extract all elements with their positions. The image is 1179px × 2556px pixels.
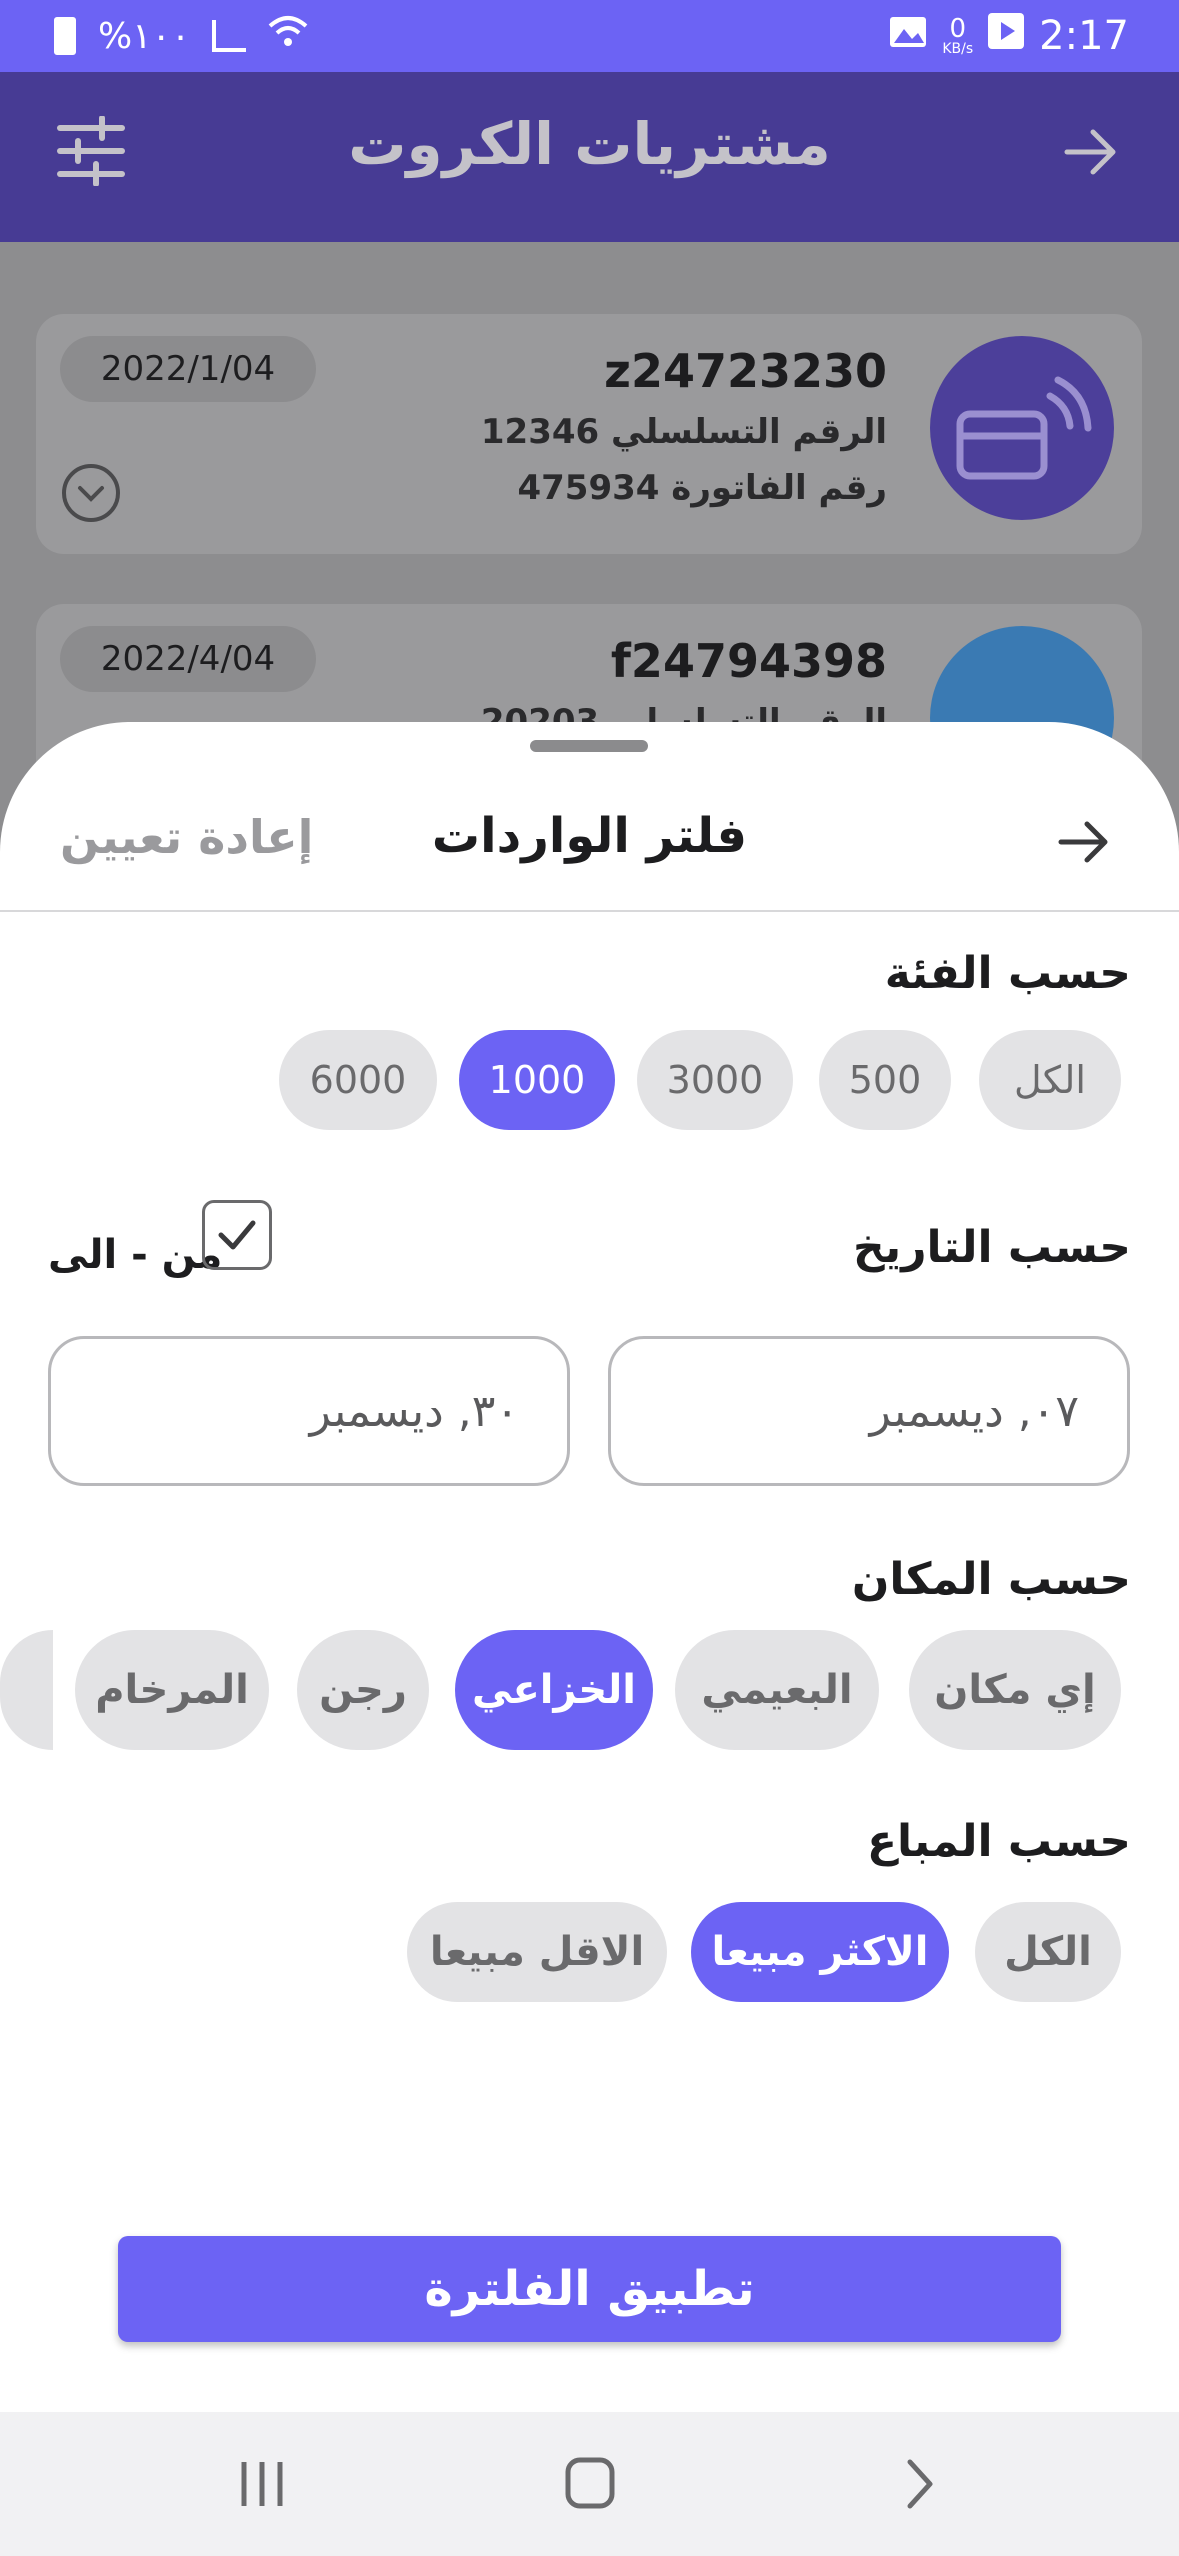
filter-sliders-icon[interactable]	[56, 115, 126, 187]
card-date: 2022/1/04	[60, 336, 316, 402]
signal-icon	[212, 20, 247, 52]
date-range-label: من - الى	[48, 1232, 223, 1278]
status-left-group: %١٠٠	[0, 0, 308, 72]
place-label: حسب المكان	[851, 1554, 1131, 1605]
speed-indicator: 0 KB/s	[942, 14, 974, 57]
sheet-header: فلتر الواردات إعادة تعيين	[0, 722, 1179, 912]
category-label: حسب الفئة	[884, 948, 1131, 999]
wifi-icon	[268, 14, 308, 59]
category-chip-6000[interactable]: 6000	[279, 1030, 437, 1130]
system-nav-bar	[0, 2412, 1179, 2556]
category-chip-all[interactable]: الكل	[979, 1030, 1121, 1130]
reset-button[interactable]: إعادة تعيين	[60, 810, 313, 864]
category-chip-1000[interactable]: 1000	[459, 1030, 615, 1130]
battery-icon	[54, 17, 76, 55]
close-arrow-icon[interactable]	[1055, 812, 1115, 872]
media-icon	[987, 12, 1025, 60]
date-from-field[interactable]: ٠٧, ديسمبر	[608, 1336, 1130, 1486]
status-bar: %١٠٠ 0 KB/s 2:17	[0, 0, 1179, 72]
category-chip-3000[interactable]: 3000	[637, 1030, 793, 1130]
card-serial: الرقم التسلسلي 12346	[480, 412, 887, 452]
sales-chip-least[interactable]: الاقل مبيعا	[407, 1902, 667, 2002]
apply-filter-button[interactable]: تطبيق الفلترة	[118, 2236, 1061, 2342]
category-chip-500[interactable]: 500	[819, 1030, 951, 1130]
date-range-checkbox[interactable]	[202, 1200, 272, 1270]
recent-apps-icon[interactable]	[232, 2456, 292, 2512]
place-chip-alkhuzai[interactable]: الخزاعي	[455, 1630, 653, 1750]
sales-label: حسب المباع	[866, 1816, 1131, 1867]
card-code: f24794398	[610, 634, 887, 688]
sales-chip-most[interactable]: الاكثر مبيعا	[691, 1902, 949, 2002]
card-item[interactable]: z24723230 الرقم التسلسلي 12346 رقم الفات…	[36, 314, 1142, 554]
date-label: حسب التاريخ	[852, 1222, 1131, 1273]
battery-text: %١٠٠	[98, 15, 191, 57]
place-chip-almarkham[interactable]: المرخام	[75, 1630, 269, 1750]
app-header: مشتريات الكروت	[0, 72, 1179, 242]
status-right-group: 0 KB/s 2:17	[888, 0, 1179, 72]
card-date: 2022/4/04	[60, 626, 316, 692]
back-arrow-icon[interactable]	[1061, 122, 1121, 182]
place-chip-rajan[interactable]: رجن	[297, 1630, 429, 1750]
page-title: مشتريات الكروت	[348, 110, 831, 178]
place-chip-albuaimi[interactable]: البعيمي	[675, 1630, 879, 1750]
place-chip-partial[interactable]	[0, 1630, 53, 1750]
clock: 2:17	[1039, 13, 1129, 59]
filter-sheet: فلتر الواردات إعادة تعيين حسب الفئة الكل…	[0, 722, 1179, 2412]
chevron-down-icon[interactable]	[62, 464, 120, 522]
back-icon[interactable]	[890, 2456, 950, 2512]
sales-chip-all[interactable]: الكل	[975, 1902, 1121, 2002]
card-avatar-icon	[930, 336, 1114, 520]
home-icon[interactable]	[560, 2456, 620, 2512]
image-icon	[888, 13, 928, 59]
card-invoice: رقم الفاتورة 475934	[517, 468, 887, 508]
card-code: z24723230	[604, 344, 887, 398]
place-chip-any[interactable]: إي مكان	[909, 1630, 1121, 1750]
date-to-field[interactable]: ٣٠, ديسمبر	[48, 1336, 570, 1486]
